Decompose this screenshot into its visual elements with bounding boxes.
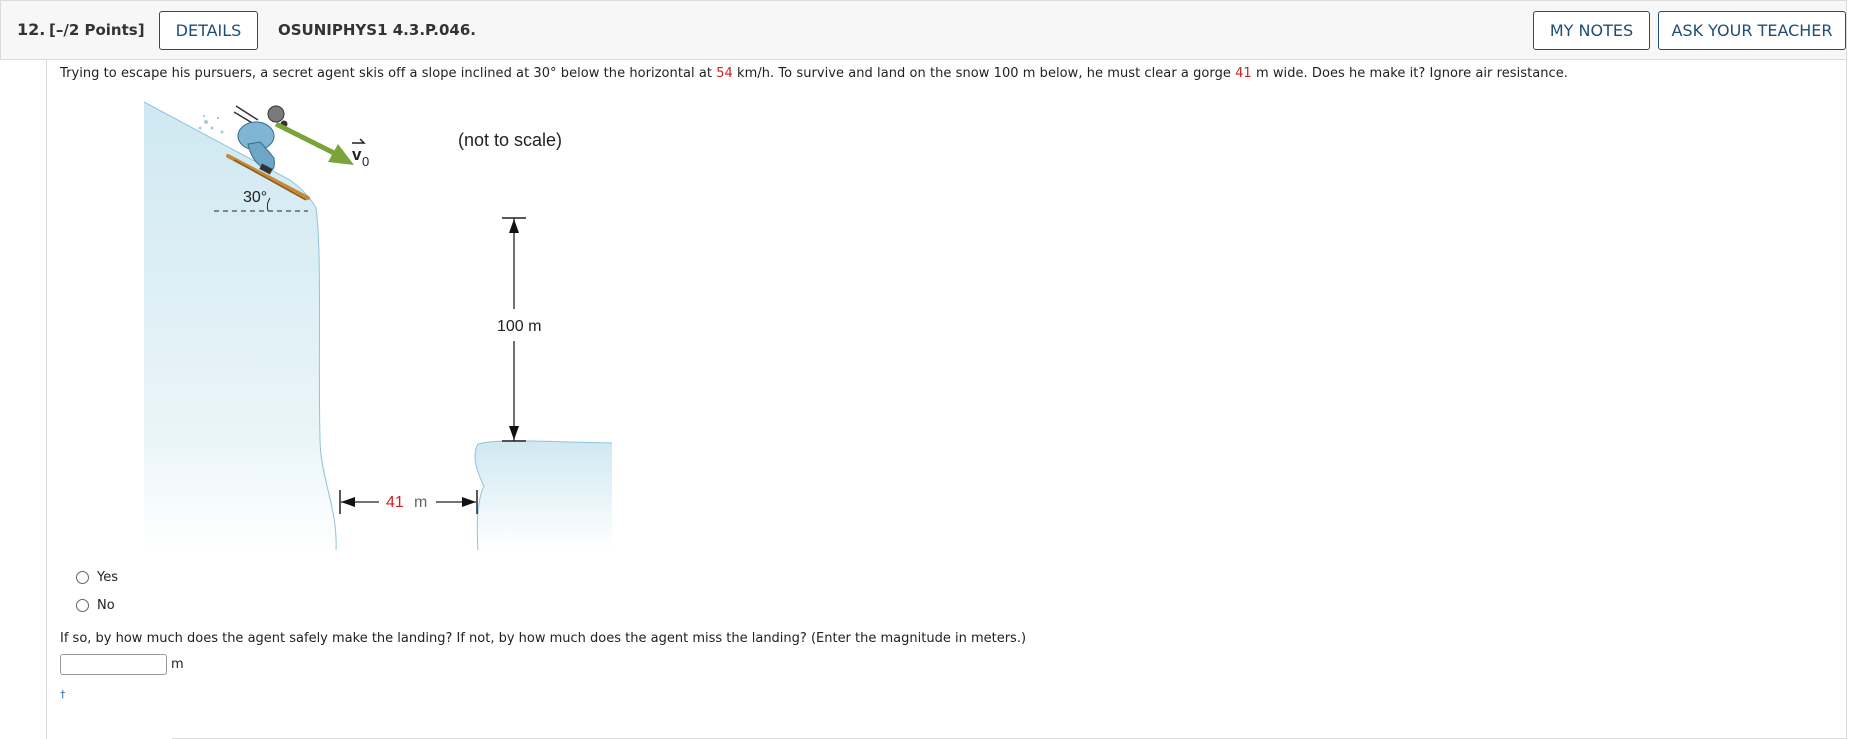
yes-radio[interactable] (76, 571, 89, 584)
no-radio[interactable] (76, 599, 89, 612)
no-label: No (97, 598, 115, 613)
left-cliff (144, 102, 337, 550)
gap-value: 41 (386, 494, 404, 511)
velocity-subscript: 0 (362, 154, 369, 169)
snow-spray (198, 114, 224, 134)
footnote-link[interactable]: † (60, 688, 66, 701)
angle-label: 30° (243, 189, 267, 206)
question-number: 12. (17, 20, 46, 39)
right-landing (475, 440, 612, 550)
gap-dimension (339, 490, 478, 514)
answer-input[interactable] (60, 654, 167, 675)
followup-prompt: If so, by how much does the agent safely… (60, 631, 1027, 646)
question-text-part2: km/h. To survive and land on the snow 10… (732, 66, 1236, 81)
yes-label: Yes (97, 570, 118, 585)
gap-unit: m (414, 494, 427, 511)
vector-hat (352, 138, 366, 144)
details-button[interactable]: DETAILS (159, 11, 258, 50)
scale-note: (not to scale) (458, 130, 562, 150)
answer-unit: m (171, 657, 184, 672)
question-text: Trying to escape his pursuers, a secret … (60, 66, 1568, 81)
question-text-part1: Trying to escape his pursuers, a secret … (60, 66, 717, 81)
ask-teacher-button[interactable]: ASK YOUR TEACHER (1658, 11, 1846, 50)
option-no[interactable]: No (76, 598, 115, 613)
velocity-label: v (352, 145, 362, 164)
option-yes[interactable]: Yes (76, 570, 118, 585)
question-text-part3: m wide. Does he make it? Ignore air resi… (1251, 66, 1568, 81)
question-header: 12. [–/2 Points] DETAILS OSUNIPHYS1 4.3.… (0, 0, 1847, 60)
problem-code: OSUNIPHYS1 4.3.P.046. (278, 21, 476, 39)
gorge-value: 41 (1235, 66, 1252, 81)
height-label: 100 m (497, 318, 541, 335)
points-label: [–/2 Points] (49, 21, 145, 39)
my-notes-button[interactable]: MY NOTES (1533, 11, 1650, 50)
velocity-arrow (274, 121, 354, 165)
ski-jump-figure: 30° v 0 (not to scale) 100 m 41 m (143, 101, 613, 550)
speed-value: 54 (716, 66, 733, 81)
